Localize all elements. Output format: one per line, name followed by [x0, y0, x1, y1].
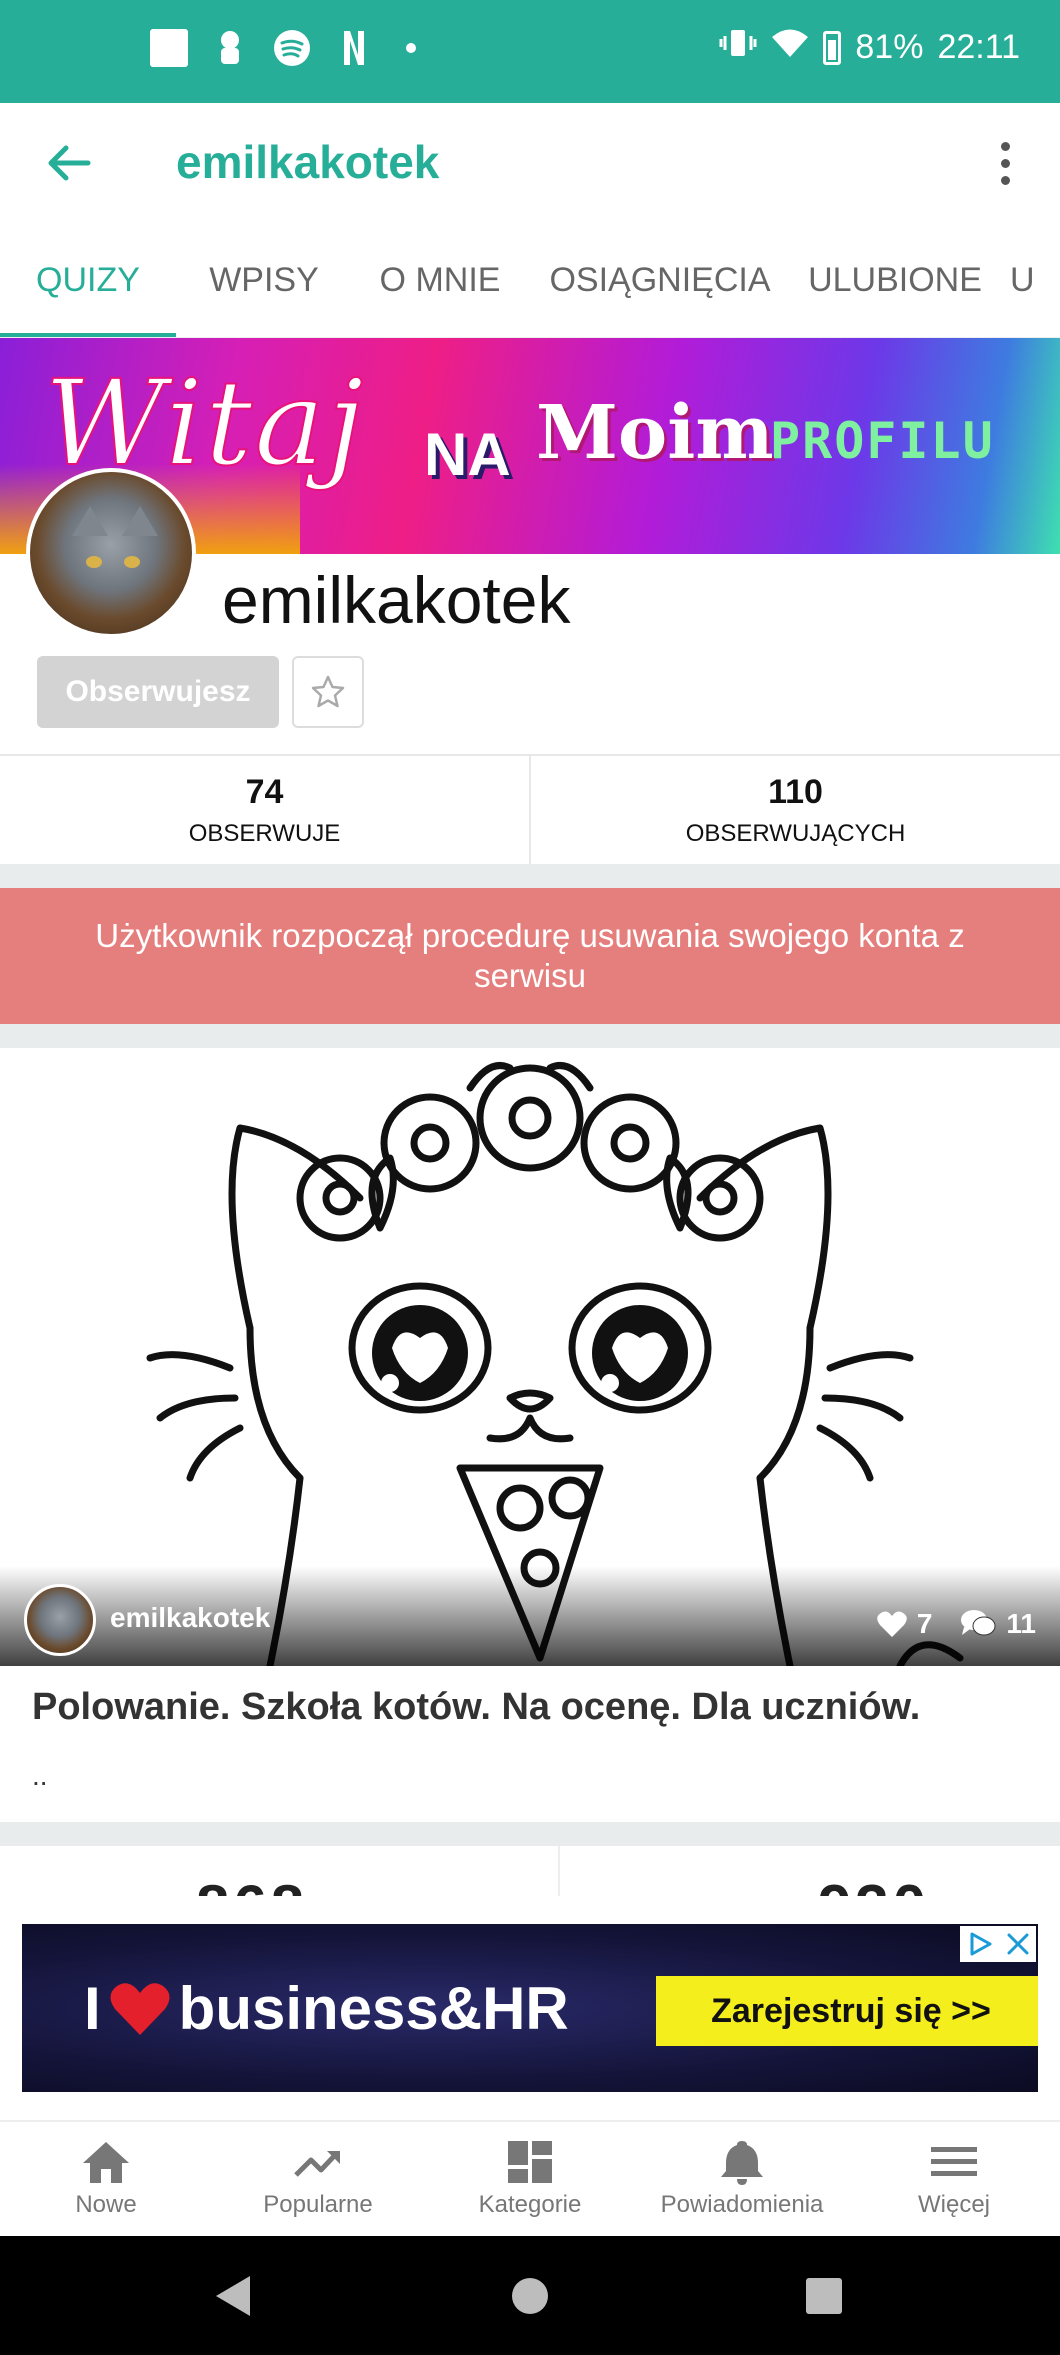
more-notifications-icon [406, 43, 416, 53]
favorite-button[interactable] [292, 656, 364, 728]
adchoices-icon[interactable] [966, 1930, 994, 1958]
following-button[interactable]: Obserwujesz [37, 656, 279, 728]
dot-icon [1000, 141, 1010, 151]
dot-icon [1000, 175, 1010, 185]
follow-stats: 74 OBSERWUJE 110 OBSERWUJĄCYCH [0, 754, 1060, 864]
peek-divider [558, 1846, 560, 1896]
peek-number-left: 868 [196, 1872, 308, 1896]
following-label: OBSERWUJE [188, 819, 341, 847]
home-icon [83, 2142, 129, 2183]
tab-quizy[interactable]: QUIZY [0, 223, 176, 337]
cat-eye [124, 556, 140, 568]
cat-ear [122, 506, 158, 536]
nav-label: Więcej [917, 2191, 990, 2218]
back-button[interactable] [40, 133, 100, 193]
nav-popularne[interactable]: Popularne [212, 2122, 424, 2236]
vibrate-icon [719, 28, 757, 67]
dot-icon [1000, 158, 1010, 168]
dashboard-icon [508, 2141, 552, 2183]
following-count: 74 [245, 772, 284, 811]
bell-icon [721, 2141, 763, 2185]
system-indicators: 81% 22:11 [719, 28, 1020, 67]
bottom-navigation: Nowe Popularne Kategorie Powiadomienia W… [0, 2120, 1060, 2236]
banner-profilu: PROFILU [770, 412, 995, 470]
profile-avatar[interactable] [26, 468, 196, 638]
gallery-icon [150, 29, 188, 67]
likes-count: 7 [916, 1608, 933, 1639]
menu-icon [931, 2147, 977, 2176]
profile-tabs: QUIZY WPISY O MNIE OSIĄGNIĘCIA ULUBIONE … [0, 223, 1060, 338]
nav-label: Kategorie [478, 2191, 582, 2218]
ad-brand-prefix: I [84, 1975, 101, 2042]
followers-label: OBSERWUJĄCYCH [685, 819, 906, 847]
system-home-icon[interactable] [512, 2278, 548, 2314]
nav-label: Powiadomienia [660, 2191, 824, 2218]
card-stats: 7 11 [877, 1608, 1036, 1640]
page-title: emilkakotek [176, 136, 440, 188]
heart-logo-icon [110, 1982, 170, 2035]
tab-overflow[interactable]: U [998, 223, 1060, 337]
tab-osiagniecia[interactable]: OSIĄGNIĘCIA [528, 223, 792, 337]
ad-banner[interactable]: I business&HR Zarejestruj się >> [22, 1924, 1038, 2092]
notification-icons [150, 28, 416, 68]
cat-ear [72, 506, 108, 536]
nav-label: Popularne [263, 2191, 373, 2218]
author-avatar[interactable] [24, 1584, 96, 1656]
profile-name: emilkakotek [222, 563, 571, 637]
banner-na: NA [424, 421, 511, 488]
star-icon [311, 675, 345, 708]
tab-o-mnie[interactable]: O MNIE [352, 223, 528, 337]
quiz-card-image[interactable]: emilkakotek 7 11 [0, 1048, 1060, 1666]
banner-moim: Moim [536, 390, 774, 476]
status-bar: 81% 22:11 [0, 0, 1060, 103]
ad-cta-button[interactable]: Zarejestruj się >> [656, 1976, 1038, 2046]
cat-eye [86, 556, 102, 568]
battery-icon [823, 30, 842, 65]
ad-brand-name: business&HR [178, 1975, 569, 2042]
nav-nowe[interactable]: Nowe [0, 2122, 212, 2236]
nav-kategorie[interactable]: Kategorie [424, 2122, 636, 2236]
peek-number-right: 930 [818, 1872, 930, 1896]
app-bar: emilkakotek [0, 103, 1060, 223]
tab-wpisy[interactable]: WPISY [176, 223, 352, 337]
followers-count: 110 [768, 772, 823, 811]
comments-count: 11 [1006, 1608, 1036, 1639]
clock: 22:11 [937, 28, 1020, 66]
arrow-back-icon [48, 145, 91, 181]
system-navigation-bar [0, 2236, 1060, 2355]
account-deletion-alert: Użytkownik rozpoczął procedurę usuwania … [0, 888, 1060, 1024]
wifi-icon [771, 28, 809, 67]
system-back-icon[interactable] [216, 2276, 250, 2316]
spotify-icon [272, 28, 312, 68]
alert-text: Użytkownik rozpoczął procedurę usuwania … [95, 917, 965, 994]
next-quiz-card-peek[interactable]: 868 930 [0, 1846, 1060, 1896]
mascot-icon [210, 28, 250, 68]
battery-percent: 81% [855, 28, 924, 66]
comments-icon [961, 1610, 996, 1636]
quiz-title[interactable]: Polowanie. Szkoła kotów. Na ocenę. Dla u… [32, 1686, 920, 1729]
following-stat[interactable]: 74 OBSERWUJE [0, 756, 529, 864]
section-divider [0, 864, 1060, 888]
card-author-name[interactable]: emilkakotek [110, 1602, 270, 1634]
more-options-button[interactable] [980, 133, 1030, 193]
nav-powiadomienia[interactable]: Powiadomienia [636, 2122, 848, 2236]
netflix-icon [334, 28, 374, 68]
quiz-description: .. [32, 1760, 48, 1791]
close-ad-icon[interactable] [1005, 1931, 1031, 1957]
heart-icon [877, 1611, 907, 1637]
trending-icon [294, 2151, 340, 2177]
section-divider [0, 1822, 1060, 1846]
ad-brand: I business&HR [84, 1974, 569, 2043]
followers-stat[interactable]: 110 OBSERWUJĄCYCH [529, 756, 1060, 864]
nav-wiecej[interactable]: Więcej [848, 2122, 1060, 2236]
system-recents-icon[interactable] [806, 2278, 842, 2314]
tab-ulubione[interactable]: ULUBIONE [792, 223, 998, 337]
nav-label: Nowe [75, 2191, 137, 2218]
section-divider [0, 1024, 1060, 1048]
ad-choices[interactable] [960, 1926, 1036, 1962]
